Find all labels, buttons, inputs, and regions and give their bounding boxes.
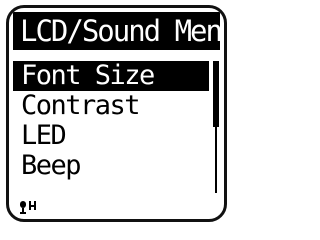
menu-item-beep[interactable]: Beep bbox=[13, 151, 209, 181]
microphone-high-sensitivity-icon bbox=[19, 199, 43, 215]
menu-item-led[interactable]: LED bbox=[13, 121, 209, 151]
menu-item-font-size[interactable]: Font Size bbox=[13, 61, 209, 91]
menu-title-bar: LCD/Sound Menu bbox=[13, 12, 224, 50]
menu-item-label: Contrast bbox=[21, 90, 141, 121]
scrollbar[interactable] bbox=[213, 61, 219, 193]
menu-item-label: Font Size bbox=[21, 60, 155, 91]
lcd-screen: LCD/Sound Menu Font Size Contrast LED Be… bbox=[6, 5, 227, 222]
menu-item-label: LED bbox=[21, 120, 67, 151]
menu-item-contrast[interactable]: Contrast bbox=[13, 91, 209, 121]
menu-list: Font Size Contrast LED Beep bbox=[13, 61, 209, 181]
menu-title: LCD/Sound Menu bbox=[20, 14, 227, 48]
scrollbar-thumb[interactable] bbox=[213, 61, 219, 127]
menu-item-label: Beep bbox=[21, 150, 82, 181]
